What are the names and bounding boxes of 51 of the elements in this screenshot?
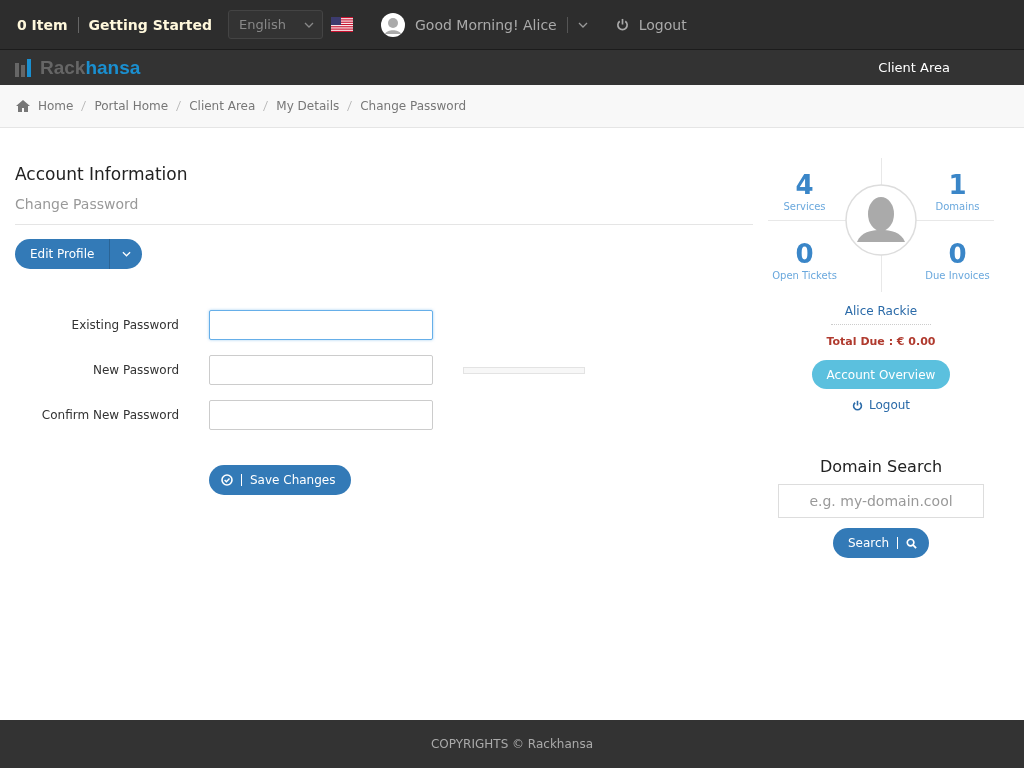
page-subtitle: Change Password — [15, 196, 140, 212]
breadcrumb-link[interactable]: Home — [38, 99, 74, 113]
field-label: Confirm New Password — [40, 408, 179, 422]
total-due-text: Total Due : € 0.00 — [826, 335, 936, 348]
greeting-menu[interactable]: Good Morning! Alice — [415, 16, 557, 33]
domain-search-title: Domain Search — [819, 457, 943, 476]
logout-link[interactable]: Logout — [868, 398, 911, 412]
language-select[interactable]: English — [228, 10, 323, 39]
flag-icon[interactable] — [331, 17, 353, 32]
password-field[interactable] — [209, 355, 433, 385]
copyright-text: COPYRIGHTS © Rackhansa — [430, 737, 593, 751]
avatar-icon[interactable] — [381, 12, 405, 37]
stat-count[interactable]: 0 — [948, 238, 967, 270]
stat-count[interactable]: 0 — [795, 238, 814, 270]
search-button[interactable]: Search — [832, 528, 930, 558]
save-changes-button[interactable]: Save Changes — [209, 465, 352, 495]
power-icon — [851, 399, 863, 411]
stat-label[interactable]: Open Tickets — [772, 270, 837, 281]
power-icon — [615, 18, 629, 31]
breadcrumb-link[interactable]: Change Password — [360, 99, 467, 113]
client-area-link[interactable]: Client Area — [878, 60, 950, 75]
cart-link[interactable]: 0 Item — [17, 16, 68, 33]
stat-count[interactable]: 1 — [948, 169, 967, 201]
chevron-down-icon[interactable] — [577, 21, 588, 28]
password-field[interactable] — [209, 400, 433, 430]
home-icon — [16, 100, 30, 112]
chevron-down-icon — [304, 21, 314, 28]
breadcrumb-separator — [263, 101, 269, 111]
check-circle-icon — [221, 474, 233, 486]
edit-profile-button[interactable]: Edit Profile — [15, 239, 111, 269]
stat-label[interactable]: Domains — [935, 201, 980, 212]
getting-started-link[interactable]: Getting Started — [88, 16, 212, 33]
breadcrumb-link[interactable]: Client Area — [189, 99, 256, 113]
breadcrumb-separator — [176, 101, 182, 111]
stat-label[interactable]: Services — [783, 201, 826, 212]
breadcrumb-separator — [81, 101, 87, 111]
dropdown-toggle[interactable] — [110, 239, 143, 269]
domain-search-field[interactable]: e.g. my-domain.cool — [778, 484, 984, 518]
logout-link[interactable]: Logout — [638, 16, 687, 33]
field-label: New Password — [91, 363, 179, 377]
password-field[interactable] — [209, 310, 433, 340]
breadcrumb-link[interactable]: Portal Home — [94, 99, 169, 113]
chevron-down-icon — [121, 251, 131, 257]
user-name-link[interactable]: Alice Rackie — [831, 304, 931, 325]
breadcrumb-link[interactable]: My Details — [276, 99, 340, 113]
field-label: Existing Password — [70, 318, 179, 332]
stat-label[interactable]: Due Invoices — [925, 270, 990, 281]
search-icon — [906, 537, 918, 549]
breadcrumb-separator — [347, 101, 353, 111]
page-title: Account Information — [15, 164, 189, 184]
stat-count[interactable]: 4 — [795, 169, 814, 201]
